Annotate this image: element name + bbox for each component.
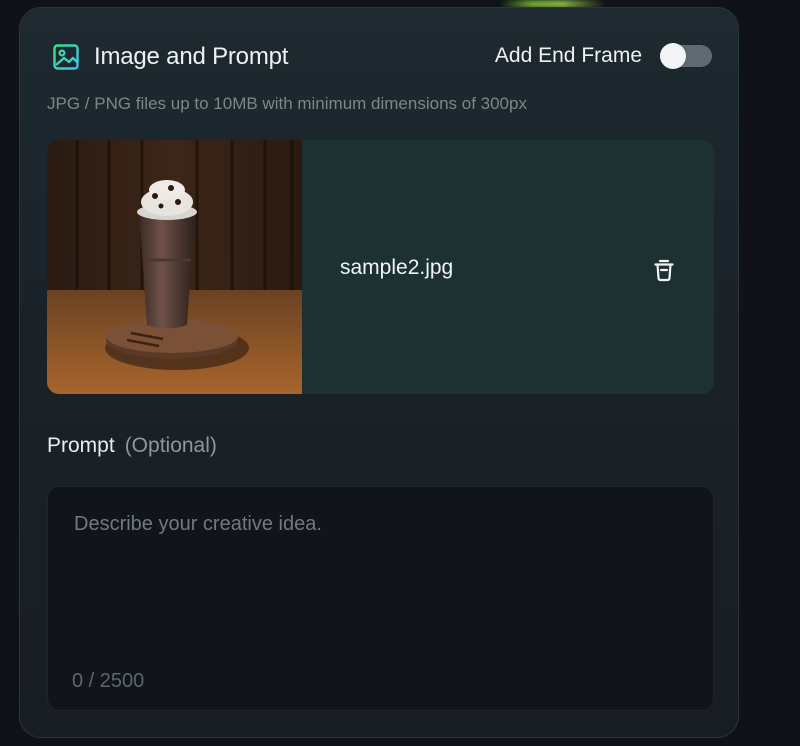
panel-header: Image and Prompt (52, 41, 288, 73)
prompt-optional-hint: (Optional) (124, 434, 217, 457)
image-prompt-panel: Image and Prompt Add End Frame JPG / PNG… (19, 7, 739, 738)
prompt-label: Prompt (Optional) (47, 434, 217, 458)
prompt-input[interactable] (74, 513, 684, 653)
file-name: sample2.jpg (340, 256, 454, 279)
toggle-knob (660, 43, 686, 69)
delete-image-button[interactable] (650, 256, 678, 284)
image-icon (52, 43, 80, 71)
prompt-box: 0 / 2500 (47, 486, 714, 711)
file-requirements-hint: JPG / PNG files up to 10MB with minimum … (47, 94, 527, 113)
uploaded-image-card: sample2.jpg (47, 140, 714, 394)
character-counter: 0 / 2500 (72, 670, 145, 692)
prompt-label-text: Prompt (47, 434, 115, 457)
trash-icon (654, 259, 674, 282)
end-frame-control: Add End Frame (494, 43, 712, 69)
image-thumbnail[interactable] (47, 140, 302, 394)
panel-title: Image and Prompt (94, 43, 289, 70)
end-frame-toggle[interactable] (660, 43, 712, 69)
end-frame-label: Add End Frame (494, 44, 642, 67)
